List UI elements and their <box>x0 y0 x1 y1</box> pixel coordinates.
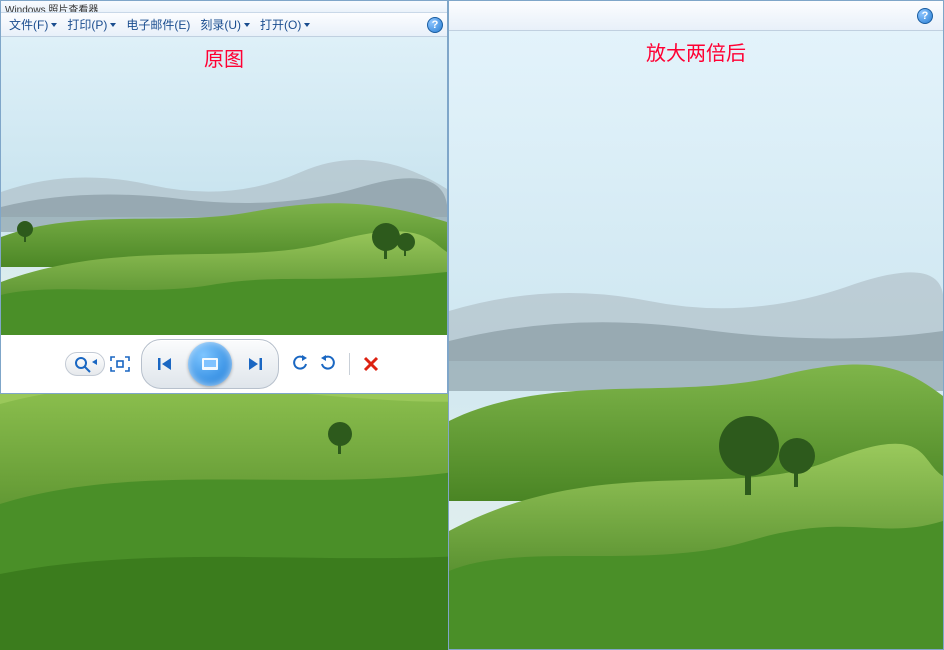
rotate-right-button[interactable] <box>315 352 341 376</box>
delete-button[interactable] <box>358 352 384 376</box>
menu-file-label: 文件(F) <box>9 16 48 33</box>
menu-email-label: 电子邮件(E) <box>126 16 190 33</box>
chevron-down-icon <box>110 23 116 27</box>
menu-file[interactable]: 文件(F) <box>5 14 61 35</box>
photo-viewer-window-enlarged: ? 放大两倍后 <box>448 0 944 650</box>
chevron-down-icon <box>51 23 57 27</box>
help-glyph: ? <box>432 19 439 31</box>
menu-burn[interactable]: 刻录(U) <box>196 14 254 35</box>
image-viewport-enlarged: 放大两倍后 <box>449 31 943 649</box>
separator <box>349 353 350 375</box>
help-glyph: ? <box>922 10 929 22</box>
photo-viewer-window-original: Windows 照片查看器 文件(F) 打印(P) 电子邮件(E) 刻录(U) … <box>0 0 448 394</box>
menubar: 文件(F) 打印(P) 电子邮件(E) 刻录(U) 打开(O) ? <box>1 13 447 37</box>
chevron-down-icon <box>244 23 250 27</box>
zoom-button[interactable] <box>65 352 105 376</box>
menu-email[interactable]: 电子邮件(E) <box>122 14 194 35</box>
landscape-photo <box>1 37 447 335</box>
menu-burn-label: 刻录(U) <box>200 16 241 33</box>
menu-print[interactable]: 打印(P) <box>63 14 120 35</box>
rotate-left-button[interactable] <box>287 352 313 376</box>
menu-print-label: 打印(P) <box>67 16 107 33</box>
help-icon[interactable]: ? <box>427 17 443 33</box>
previous-button[interactable] <box>146 352 184 376</box>
menu-open-label: 打开(O) <box>260 16 301 33</box>
viewer-toolbar <box>1 335 447 393</box>
help-icon[interactable]: ? <box>917 8 933 24</box>
menubar-right: ? <box>449 1 943 31</box>
window-title: Windows 照片查看器 <box>5 5 98 13</box>
slideshow-button[interactable] <box>188 342 232 386</box>
fit-to-window-button[interactable] <box>107 352 133 376</box>
landscape-photo-enlarged-right <box>449 31 943 649</box>
menu-open[interactable]: 打开(O) <box>256 14 314 35</box>
navigation-group <box>141 339 279 389</box>
window-titlebar: Windows 照片查看器 <box>1 1 447 13</box>
image-viewport-original: 原图 <box>1 37 447 335</box>
chevron-down-icon <box>304 23 310 27</box>
next-button[interactable] <box>236 352 274 376</box>
